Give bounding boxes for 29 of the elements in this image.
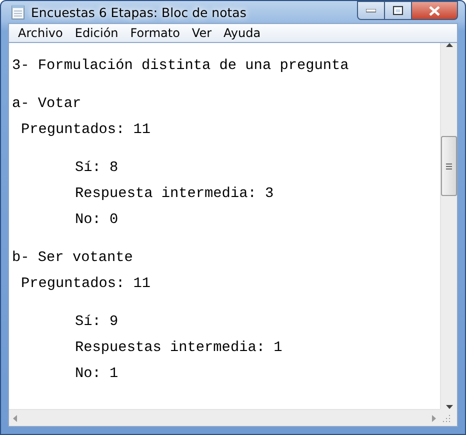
menu-item[interactable]: Ver bbox=[186, 24, 218, 42]
text-line: b- Ser votante bbox=[12, 250, 133, 266]
maximize-button[interactable] bbox=[385, 1, 412, 20]
close-icon bbox=[429, 6, 440, 16]
scrollbar-thumb[interactable] bbox=[441, 136, 457, 196]
minimize-icon bbox=[366, 8, 376, 12]
text-line: Preguntados: 11 bbox=[21, 122, 151, 138]
text-line: Sí: 8 bbox=[75, 160, 118, 176]
text-line: Respuesta intermedia: 3 bbox=[75, 186, 274, 202]
scroll-right-icon bbox=[432, 414, 436, 422]
close-button[interactable] bbox=[412, 1, 458, 20]
resize-grip-icon bbox=[440, 412, 452, 424]
text-line: No: 1 bbox=[75, 366, 118, 382]
maximize-icon bbox=[393, 6, 403, 15]
window-title: Encuestas 6 Etapas: Bloc de notas bbox=[31, 4, 246, 20]
grip-icon bbox=[446, 162, 452, 170]
text-line: No: 0 bbox=[75, 212, 118, 228]
notepad-icon bbox=[11, 4, 25, 20]
text-line: Respuestas intermedia: 1 bbox=[75, 340, 282, 356]
minimize-button[interactable] bbox=[357, 1, 385, 20]
text-line: a- Votar bbox=[12, 96, 82, 112]
menu-item[interactable]: Formato bbox=[124, 24, 186, 42]
menu-item[interactable]: Archivo bbox=[12, 24, 69, 42]
text-line: Preguntados: 11 bbox=[21, 276, 151, 292]
text-line: 3- Formulación distinta de una pregunta bbox=[12, 58, 349, 74]
scroll-left-icon bbox=[13, 414, 17, 422]
text-line: Sí: 9 bbox=[75, 314, 118, 330]
menu-item[interactable]: Edición bbox=[68, 24, 124, 42]
menu-item[interactable]: Ayuda bbox=[218, 24, 267, 42]
